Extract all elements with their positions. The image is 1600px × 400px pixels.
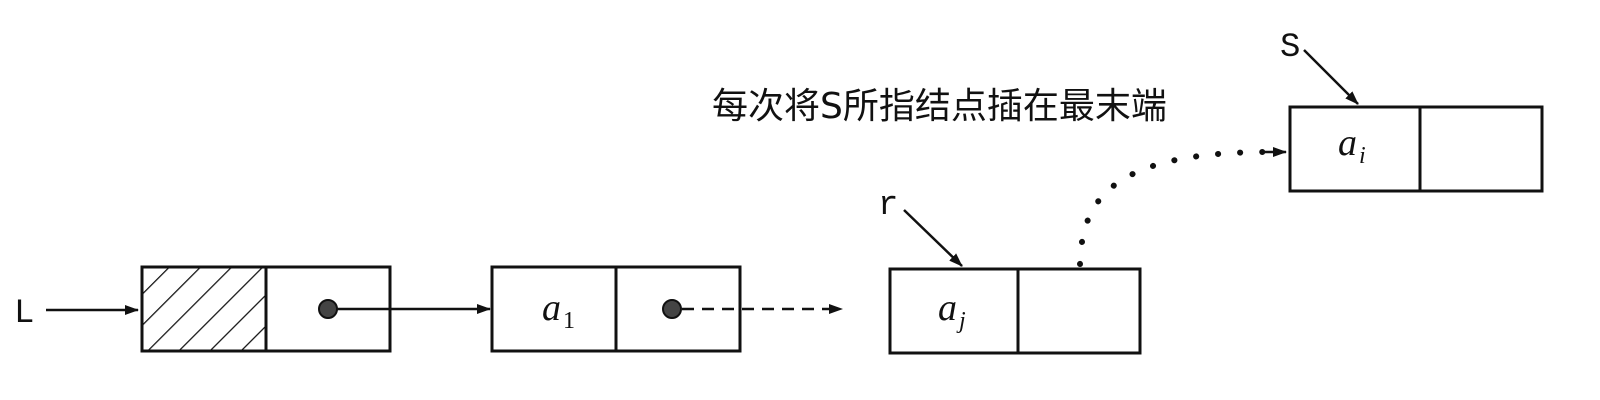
linked-list-tail-insertion-diagram: L a1 r aj 每次将S所指结点插在最末端 S ai bbox=[14, 29, 1544, 355]
new-node-data-label: ai bbox=[1338, 122, 1366, 169]
insert-link-dotted-curve bbox=[1077, 148, 1283, 267]
last-node: aj bbox=[888, 267, 1142, 355]
tail-pointer-label: r bbox=[878, 187, 898, 225]
last-node-data-label: aj bbox=[938, 287, 966, 334]
new-pointer-label: S bbox=[1280, 29, 1300, 67]
tail-pointer-arrow bbox=[903, 209, 963, 267]
first-node-next-pointer-dot bbox=[662, 299, 682, 319]
diagram-caption: 每次将S所指结点插在最末端 bbox=[712, 86, 1167, 127]
head-node-next-pointer-dot bbox=[318, 299, 338, 319]
new-node-next-field bbox=[1418, 105, 1544, 193]
first-node-data-label: a1 bbox=[542, 287, 575, 334]
last-node-next-field bbox=[1016, 267, 1142, 355]
head-pointer-label: L bbox=[14, 295, 34, 333]
head-node-data-field bbox=[142, 267, 266, 351]
new-node: ai bbox=[1288, 105, 1544, 193]
new-pointer-arrow bbox=[1303, 49, 1359, 105]
